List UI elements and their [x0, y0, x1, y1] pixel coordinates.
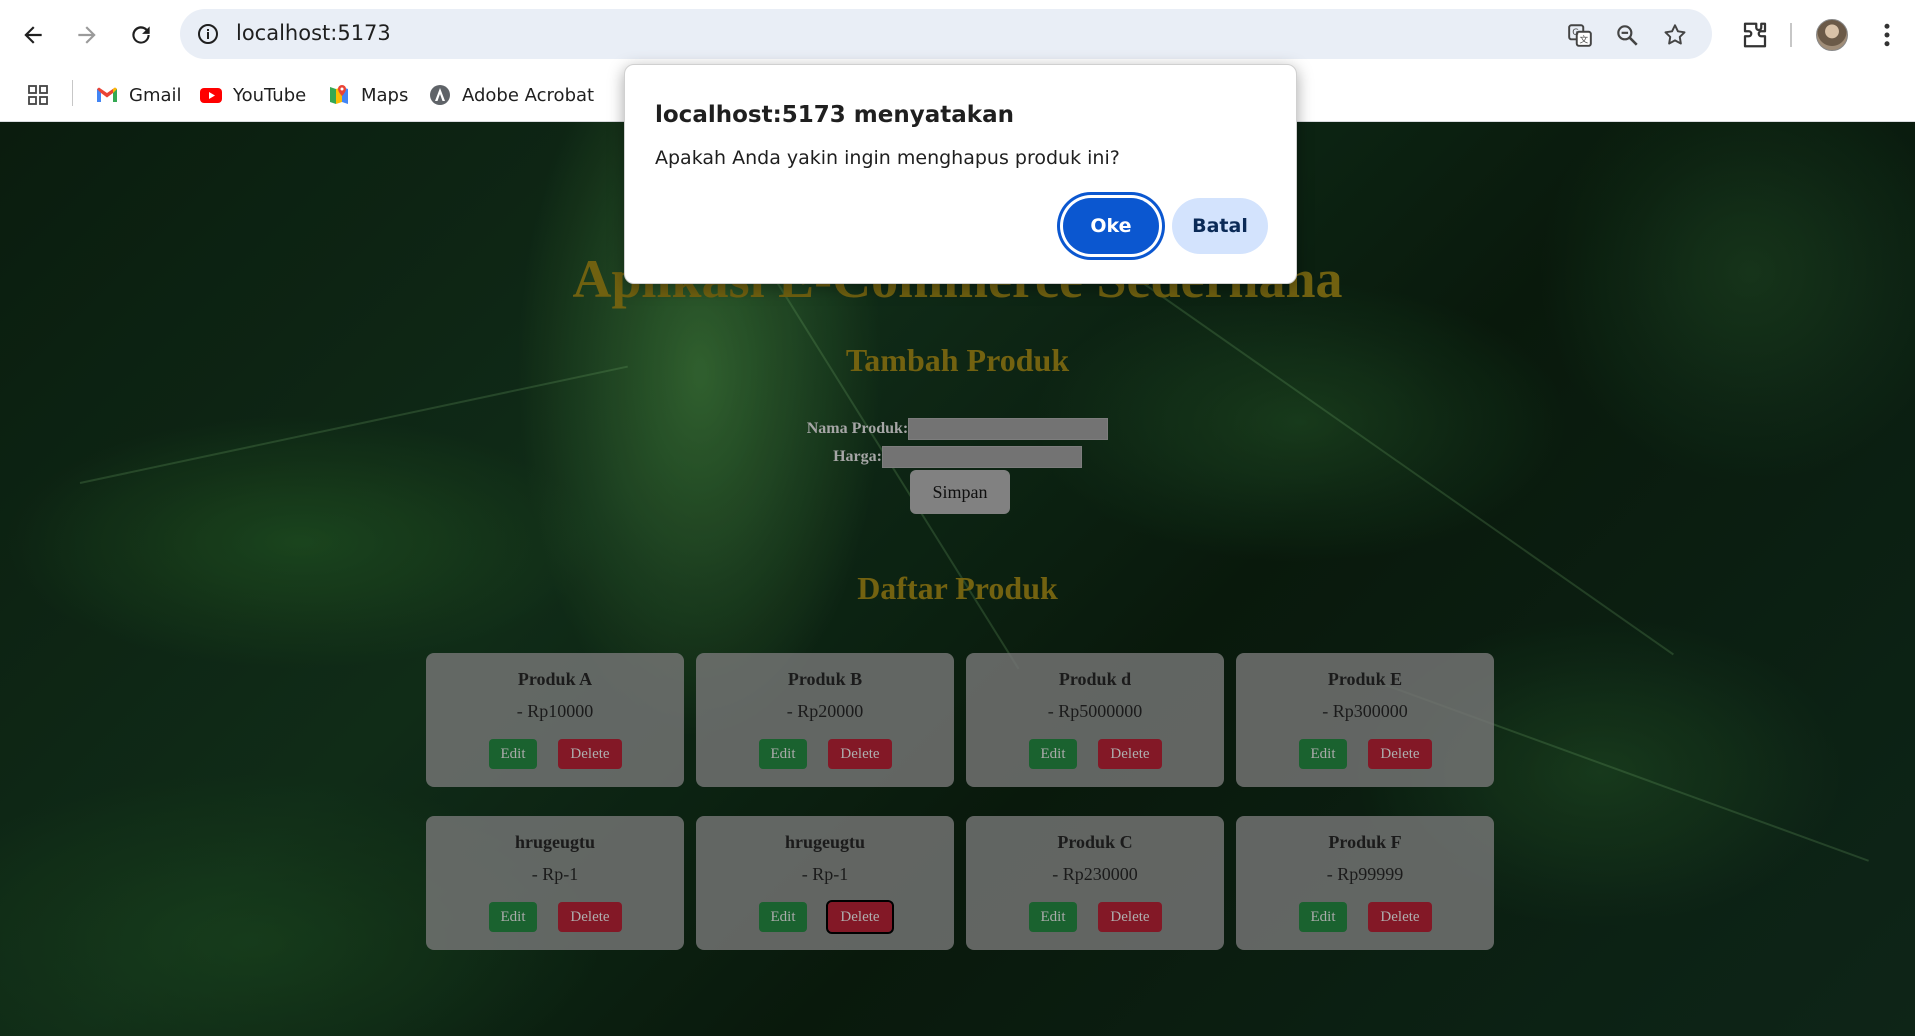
bookmark-label: Adobe Acrobat [462, 84, 595, 106]
forward-arrow-icon [78, 26, 96, 44]
forward-button[interactable] [69, 17, 105, 53]
ok-button[interactable]: Oke [1063, 198, 1159, 254]
bookmarks-divider [72, 80, 73, 106]
back-button[interactable] [15, 17, 51, 53]
url-text[interactable]: localhost:5173 [236, 21, 391, 45]
back-arrow-icon [24, 26, 42, 44]
reload-icon [132, 26, 150, 44]
bookmark-acrobat[interactable]: Adobe Acrobat [428, 78, 594, 112]
bookmark-label: Maps [361, 84, 409, 106]
browser-toolbar: localhost:5173 文G [0, 0, 1915, 70]
toolbar-divider [1790, 23, 1792, 47]
menu-kebab-icon[interactable] [1872, 20, 1902, 50]
address-bar[interactable]: localhost:5173 文G [180, 9, 1712, 59]
svg-text:G: G [1572, 28, 1579, 38]
bookmark-youtube[interactable]: YouTube [199, 78, 306, 112]
cancel-button[interactable]: Batal [1172, 198, 1268, 254]
bookmark-star-icon[interactable] [1662, 22, 1688, 48]
zoom-icon[interactable] [1614, 22, 1640, 48]
bookmark-label: Gmail [129, 84, 182, 106]
reload-button[interactable] [123, 17, 159, 53]
translate-icon[interactable]: 文G [1567, 22, 1593, 48]
confirm-dialog: localhost:5173 menyatakan Apakah Anda ya… [624, 64, 1297, 284]
dialog-title: localhost:5173 menyatakan [655, 102, 1014, 128]
dialog-message: Apakah Anda yakin ingin menghapus produk… [655, 147, 1120, 169]
maps-icon [330, 85, 348, 104]
site-info-icon[interactable] [196, 22, 220, 46]
youtube-icon [200, 88, 222, 103]
extensions-icon[interactable] [1740, 20, 1770, 50]
bookmark-label: YouTube [233, 84, 307, 106]
acrobat-icon [430, 85, 450, 105]
apps-button[interactable] [26, 78, 50, 112]
profile-avatar[interactable] [1816, 19, 1848, 51]
bookmark-gmail[interactable]: Gmail [95, 78, 182, 112]
apps-grid-icon [28, 85, 48, 105]
svg-text:文: 文 [1579, 34, 1588, 46]
gmail-icon [97, 87, 117, 102]
bookmark-maps[interactable]: Maps [327, 78, 408, 112]
